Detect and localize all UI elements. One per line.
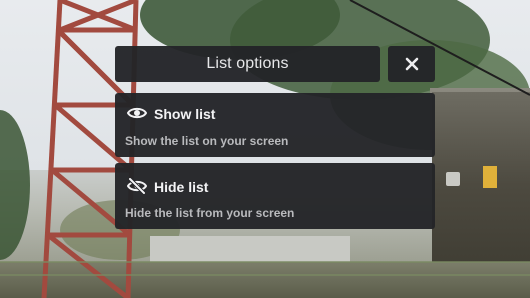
menu-title: List options [206,55,289,72]
show-list-option[interactable]: Show list Show the list on your screen [115,93,435,157]
show-list-description: Show the list on your screen [125,134,289,148]
close-button[interactable] [388,46,435,82]
eye-icon [127,107,147,119]
menu-header: List options [115,46,380,82]
show-list-label: Show list [154,106,216,122]
hide-list-option[interactable]: Hide list Hide the list from your screen [115,163,435,229]
hide-list-label: Hide list [154,179,209,195]
eye-off-icon [127,178,147,194]
close-icon [405,57,418,71]
hide-list-description: Hide the list from your screen [125,206,295,220]
